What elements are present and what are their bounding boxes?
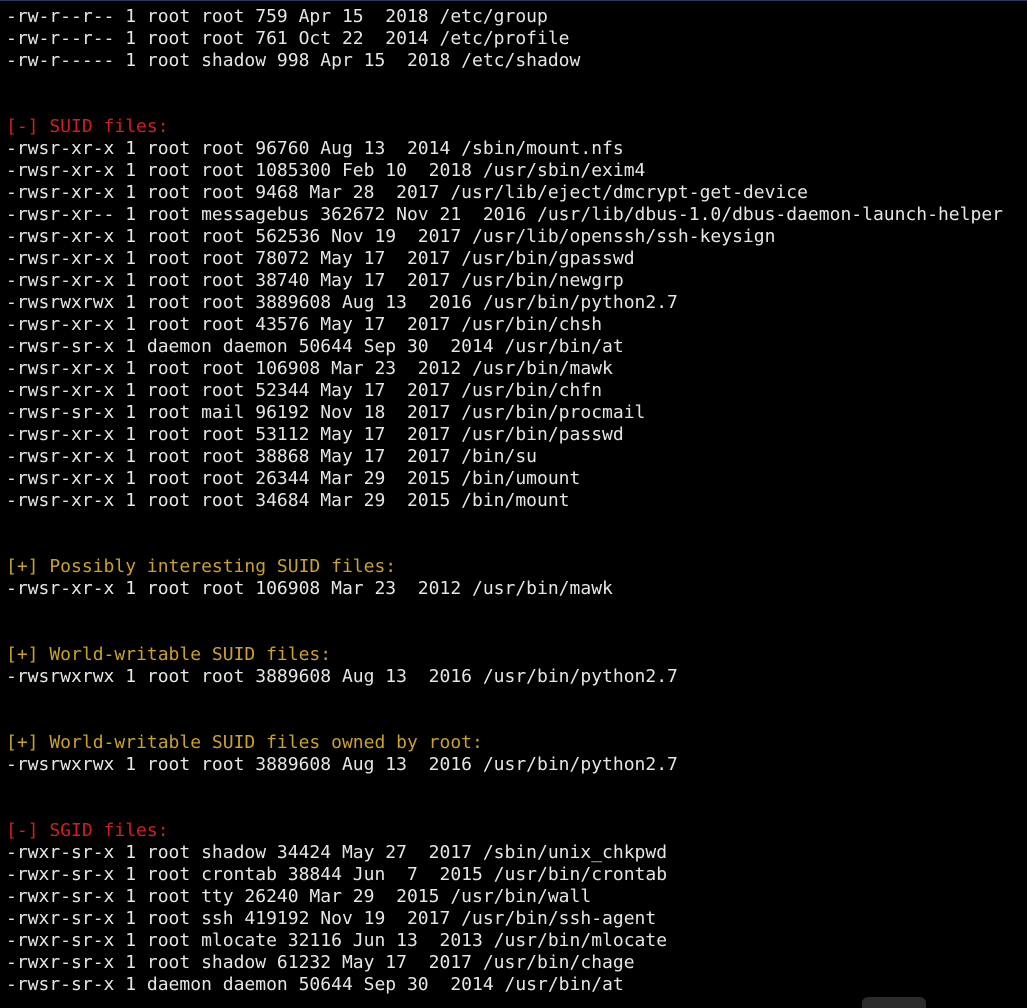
output-line: -rw-r--r-- 1 root root 759 Apr 15 2018 /… bbox=[6, 6, 548, 27]
output-line: -rwsr-xr-x 1 root root 34684 Mar 29 2015… bbox=[6, 490, 570, 511]
output-line: -rwsr-xr-x 1 root root 43576 May 17 2017… bbox=[6, 314, 603, 335]
output-line: -rwxr-sr-x 1 root tty 26240 Mar 29 2015 … bbox=[6, 886, 592, 907]
output-line: -rwxr-sr-x 1 root mlocate 32116 Jun 13 2… bbox=[6, 930, 668, 951]
section-header: [+] World-writable SUID files: bbox=[6, 644, 332, 665]
output-line: -rwsr-xr-- 1 root messagebus 362672 Nov … bbox=[6, 204, 1003, 225]
output-line: -rwsr-xr-x 1 root root 562536 Nov 19 201… bbox=[6, 226, 776, 247]
output-line: -rwsr-xr-x 1 root root 52344 May 17 2017… bbox=[6, 380, 603, 401]
output-line: -rwsr-xr-x 1 root root 1085300 Feb 10 20… bbox=[6, 160, 646, 181]
output-line: -rw-r----- 1 root shadow 998 Apr 15 2018… bbox=[6, 50, 581, 71]
terminal-output: -rw-r--r-- 1 root root 759 Apr 15 2018 /… bbox=[6, 6, 1003, 996]
section-header: [-] SGID files: bbox=[6, 820, 169, 841]
output-line: -rw-r--r-- 1 root root 761 Oct 22 2014 /… bbox=[6, 28, 570, 49]
output-line: -rwsr-sr-x 1 daemon daemon 50644 Sep 30 … bbox=[6, 974, 624, 995]
output-line: -rwsr-xr-x 1 root root 106908 Mar 23 201… bbox=[6, 578, 613, 599]
output-line: -rwsr-xr-x 1 root root 38868 May 17 2017… bbox=[6, 446, 538, 467]
section-header: [+] Possibly interesting SUID files: bbox=[6, 556, 397, 577]
output-line: -rwxr-sr-x 1 root shadow 34424 May 27 20… bbox=[6, 842, 668, 863]
output-line: -rwxr-sr-x 1 root ssh 419192 Nov 19 2017… bbox=[6, 908, 657, 929]
output-line: -rwsr-xr-x 1 root root 53112 May 17 2017… bbox=[6, 424, 624, 445]
output-line: -rwsr-xr-x 1 root root 26344 Mar 29 2015… bbox=[6, 468, 581, 489]
output-line: -rwsr-xr-x 1 root root 38740 May 17 2017… bbox=[6, 270, 624, 291]
output-line: -rwsr-sr-x 1 daemon daemon 50644 Sep 30 … bbox=[6, 336, 624, 357]
section-header: [+] World-writable SUID files owned by r… bbox=[6, 732, 483, 753]
scroll-corner-tab[interactable] bbox=[862, 997, 926, 1008]
output-line: -rwsr-xr-x 1 root root 78072 May 17 2017… bbox=[6, 248, 635, 269]
output-line: -rwxr-sr-x 1 root crontab 38844 Jun 7 20… bbox=[6, 864, 668, 885]
terminal-window[interactable]: -rw-r--r-- 1 root root 759 Apr 15 2018 /… bbox=[0, 0, 1027, 1008]
output-line: -rwsr-xr-x 1 root root 96760 Aug 13 2014… bbox=[6, 138, 624, 159]
output-line: -rwsrwxrwx 1 root root 3889608 Aug 13 20… bbox=[6, 754, 678, 775]
output-line: -rwsrwxrwx 1 root root 3889608 Aug 13 20… bbox=[6, 666, 678, 687]
section-header: [-] SUID files: bbox=[6, 116, 169, 137]
output-line: -rwsr-xr-x 1 root root 9468 Mar 28 2017 … bbox=[6, 182, 808, 203]
output-line: -rwsr-xr-x 1 root root 106908 Mar 23 201… bbox=[6, 358, 613, 379]
output-line: -rwxr-sr-x 1 root shadow 61232 May 17 20… bbox=[6, 952, 635, 973]
output-line: -rwsrwxrwx 1 root root 3889608 Aug 13 20… bbox=[6, 292, 678, 313]
output-line: -rwsr-sr-x 1 root mail 96192 Nov 18 2017… bbox=[6, 402, 646, 423]
